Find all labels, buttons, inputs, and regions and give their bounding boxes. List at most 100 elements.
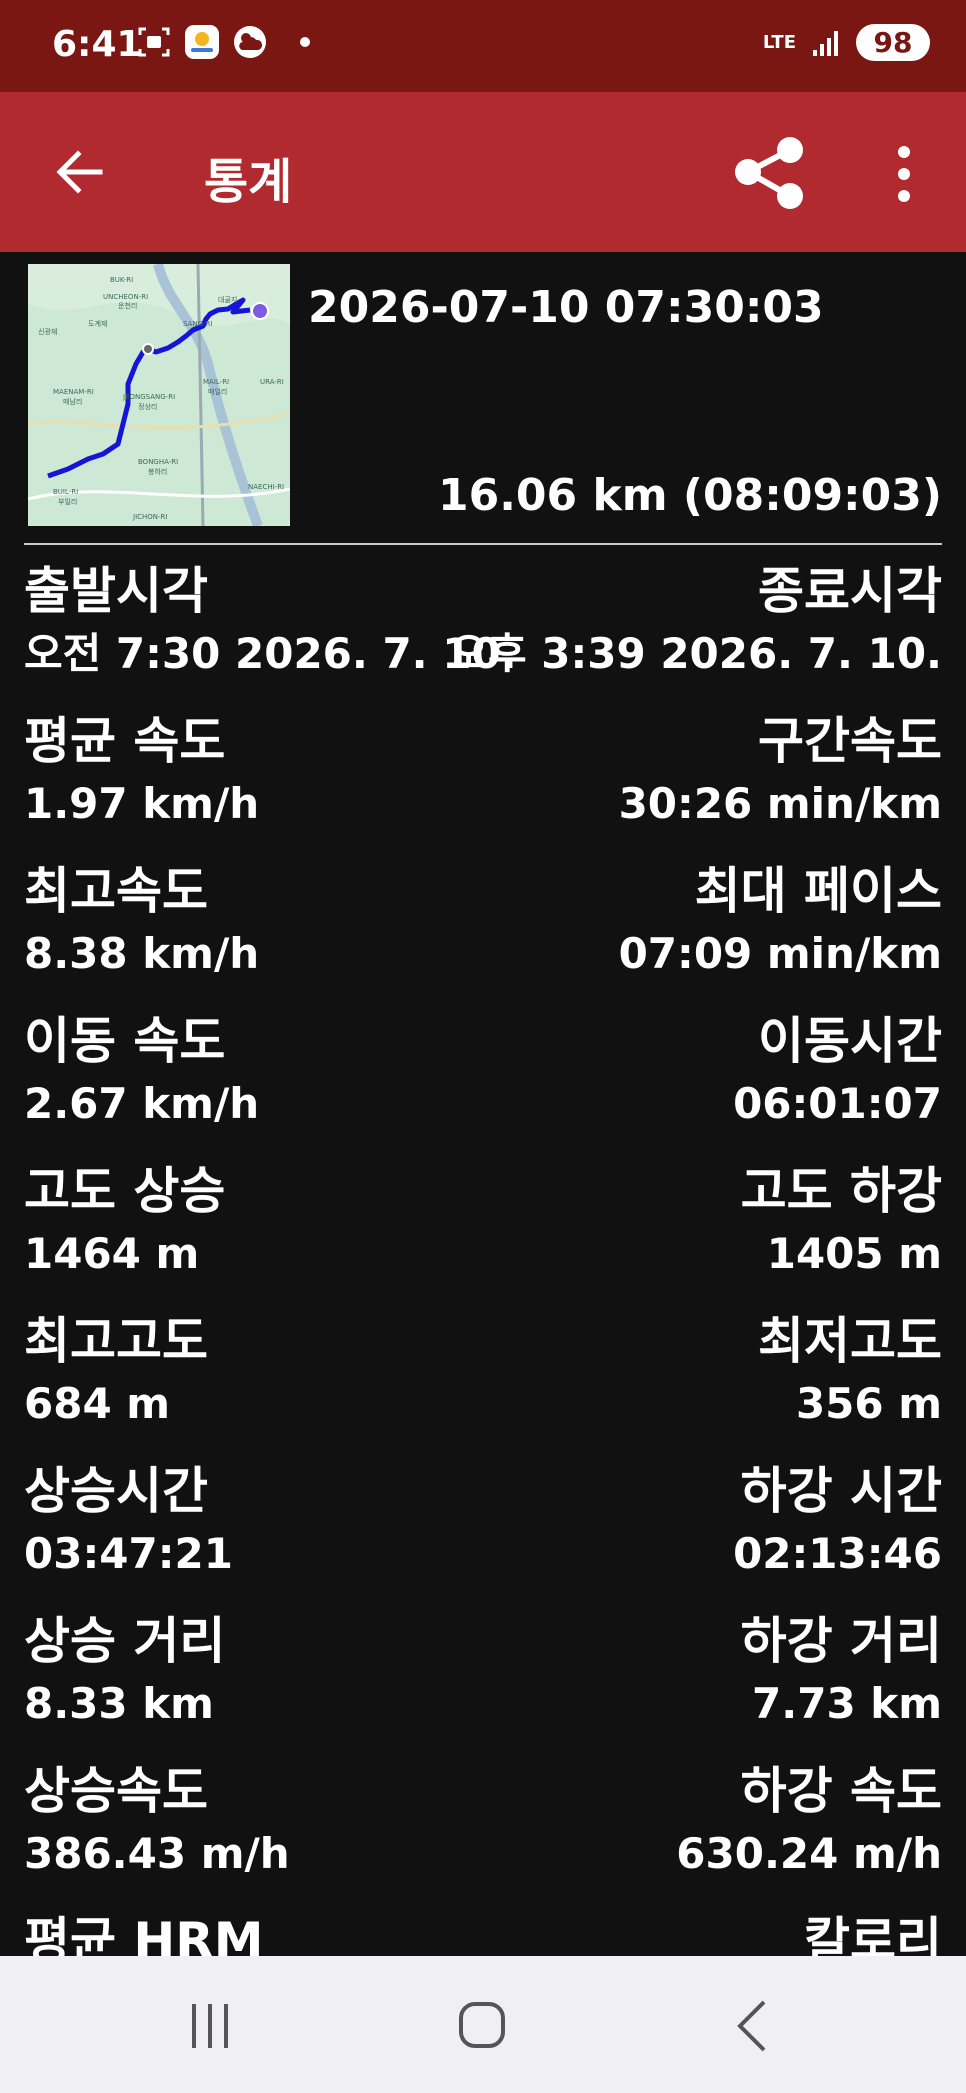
- system-navigation-bar: [0, 1956, 966, 2093]
- stat-value: 30:26 min/km: [618, 779, 942, 828]
- stat-label: 칼로리: [804, 1912, 942, 1956]
- stat-row-time: 출발시각오전 7:30 2026. 7. 10. 종료시각오후 3:39 202…: [0, 560, 966, 710]
- more-vertical-icon: [898, 146, 910, 202]
- stat-row-climb-distance: 상승 거리 8.33 km 하강 거리 7.73 km: [0, 1610, 966, 1760]
- stat-value: 386.43 m/h: [24, 1829, 290, 1878]
- svg-text:도계재: 도계재: [88, 319, 107, 328]
- svg-text:정상리: 정상리: [138, 402, 157, 411]
- stat-value: 7.73 km: [752, 1679, 942, 1728]
- stat-label: 평균 속도: [24, 712, 226, 770]
- stat-label: 상승속도: [24, 1762, 208, 1820]
- stat-label: 하강 속도: [740, 1762, 942, 1820]
- svg-text:MAENAM-RI: MAENAM-RI: [53, 388, 94, 396]
- stat-label: 상승 거리: [24, 1612, 226, 1670]
- stat-value: 684 m: [24, 1379, 171, 1428]
- status-right-icons: LTE 98: [763, 24, 930, 61]
- cloud-sun-icon: [232, 24, 268, 60]
- svg-text:운천리: 운천리: [118, 301, 137, 310]
- stat-value: 8.38 km/h: [24, 929, 260, 978]
- stat-row-moving: 이동 속도 2.67 km/h 이동시간 06:01:07: [0, 1010, 966, 1160]
- stat-value: 오전 7:30 2026. 7. 10.: [24, 629, 517, 678]
- svg-text:매남리: 매남리: [63, 397, 82, 406]
- stat-row-elevation-extremes: 최고고도 684 m 최저고도 356 m: [0, 1310, 966, 1460]
- track-summary: BUK-RI UNCHEON-RI 운천리 SANG-RI MAENAM-RI …: [0, 252, 966, 544]
- svg-text:MAIL-RI: MAIL-RI: [203, 378, 229, 386]
- signal-icon: [808, 25, 844, 61]
- stat-value: 1.97 km/h: [24, 779, 260, 828]
- route-map: BUK-RI UNCHEON-RI 운천리 SANG-RI MAENAM-RI …: [28, 264, 290, 526]
- stat-label: 평균 HRM: [24, 1912, 264, 1956]
- stat-label: 고도 하강: [740, 1162, 942, 1220]
- stat-value: 02:13:46: [733, 1529, 942, 1578]
- share-button[interactable]: [728, 132, 812, 216]
- stat-label: 하강 거리: [740, 1612, 942, 1670]
- notification-dot: [300, 37, 310, 47]
- battery-indicator: 98: [856, 24, 930, 61]
- stat-value: 1405 m: [766, 1229, 942, 1278]
- recents-icon: [192, 2004, 228, 2048]
- svg-text:JEONGSANG-RI: JEONGSANG-RI: [122, 393, 175, 401]
- stat-label: 최고속도: [24, 862, 208, 920]
- stat-label: 상승시간: [24, 1462, 208, 1520]
- back-chevron-icon: [737, 2000, 766, 2052]
- status-notification-icons: [136, 24, 310, 60]
- stat-value: 03:47:21: [24, 1529, 233, 1578]
- track-distance-duration: 16.06 km (08:09:03): [437, 470, 942, 521]
- weather-app-icon: [184, 24, 220, 60]
- stat-row-avg-speed: 평균 속도 1.97 km/h 구간속도 30:26 min/km: [0, 710, 966, 860]
- stat-label: 최저고도: [758, 1312, 942, 1370]
- stat-label: 구간속도: [758, 712, 942, 770]
- home-icon: [459, 2002, 505, 2048]
- back-button[interactable]: [48, 140, 112, 204]
- stat-label: 이동 속도: [24, 1012, 226, 1070]
- status-bar: 6:41 LTE 98: [0, 0, 966, 92]
- svg-text:UNCHEON-RI: UNCHEON-RI: [103, 293, 148, 301]
- svg-text:NAECHI-RI: NAECHI-RI: [248, 483, 284, 491]
- stat-value: 8.33 km: [24, 1679, 214, 1728]
- status-time: 6:41: [52, 24, 142, 65]
- svg-text:부일리: 부일리: [58, 497, 77, 506]
- divider: [24, 543, 942, 545]
- stat-label: 고도 상승: [24, 1162, 226, 1220]
- stat-value: 2.67 km/h: [24, 1079, 260, 1128]
- stat-label: 최고고도: [24, 1312, 208, 1370]
- stat-row-climb-speed: 상승속도 386.43 m/h 하강 속도 630.24 m/h: [0, 1760, 966, 1910]
- stat-value: 07:09 min/km: [618, 929, 942, 978]
- stat-label: 출발시각: [24, 562, 208, 620]
- svg-text:대골지: 대골지: [218, 295, 237, 304]
- page-title: 통계: [204, 154, 293, 210]
- stat-value: 630.24 m/h: [676, 1829, 942, 1878]
- stat-value: 356 m: [795, 1379, 942, 1428]
- svg-text:봉하리: 봉하리: [148, 467, 167, 476]
- statistics-list: 출발시각오전 7:30 2026. 7. 10. 종료시각오후 3:39 202…: [0, 560, 966, 1956]
- svg-text:JICHON-RI: JICHON-RI: [132, 513, 167, 521]
- svg-text:BUK-RI: BUK-RI: [110, 276, 133, 284]
- stat-label: 종료시각: [758, 562, 942, 620]
- recents-button[interactable]: [170, 1996, 250, 2056]
- stat-value: 1464 m: [24, 1229, 200, 1278]
- home-button[interactable]: [442, 1996, 522, 2056]
- stat-row-climb-time: 상승시간 03:47:21 하강 시간 02:13:46: [0, 1460, 966, 1610]
- stat-row-max-speed: 최고속도 8.38 km/h 최대 페이스 07:09 min/km: [0, 860, 966, 1010]
- svg-text:SANG-RI: SANG-RI: [183, 320, 212, 328]
- svg-text:URA-RI: URA-RI: [260, 378, 284, 386]
- system-back-button[interactable]: [712, 1996, 792, 2056]
- network-type: LTE: [762, 31, 796, 53]
- svg-text:BONGHA-RI: BONGHA-RI: [138, 458, 178, 466]
- stat-value: 오후 3:39 2026. 7. 10.: [449, 629, 942, 678]
- more-options-button[interactable]: [880, 138, 928, 210]
- route-map-thumbnail[interactable]: BUK-RI UNCHEON-RI 운천리 SANG-RI MAENAM-RI …: [28, 264, 290, 526]
- arrow-left-icon: [56, 150, 103, 194]
- screenshot-icon: [136, 24, 172, 60]
- stat-label: 최대 페이스: [694, 862, 942, 920]
- stat-row-hrm-calories: 평균 HRM 칼로리: [0, 1910, 966, 1956]
- stat-label: 하강 시간: [740, 1462, 942, 1520]
- svg-text:매일리: 매일리: [208, 387, 227, 396]
- share-icon: [735, 137, 803, 209]
- svg-text:BUIL-RI: BUIL-RI: [53, 488, 78, 496]
- app-bar: 통계: [0, 92, 966, 252]
- stat-label: 이동시간: [758, 1012, 942, 1070]
- track-start-datetime: 2026-07-10 07:30:03: [308, 282, 824, 333]
- stat-value: 06:01:07: [733, 1079, 942, 1128]
- svg-text:신광재: 신광재: [38, 327, 57, 336]
